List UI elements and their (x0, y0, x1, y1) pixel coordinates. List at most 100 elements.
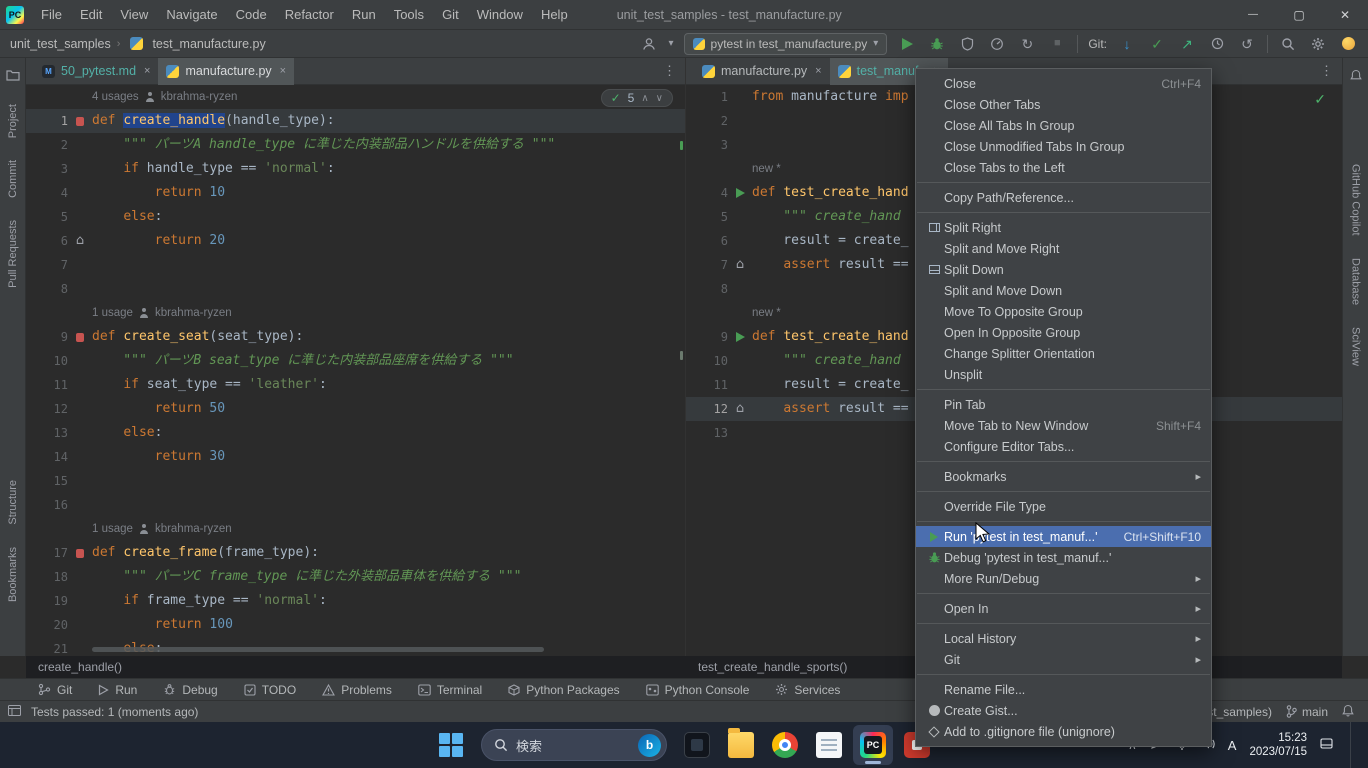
breadcrumb-project[interactable]: unit_test_samples (10, 37, 111, 51)
inlay-hint-row[interactable]: 1 usagekbrahma-ryzen (26, 517, 685, 541)
menu-item-configure-editor-tabs[interactable]: Configure Editor Tabs... (916, 436, 1211, 457)
line-number[interactable]: 5 (686, 205, 750, 229)
line-number[interactable]: 1 (686, 85, 750, 109)
left-editor-breadcrumb[interactable]: create_handle() (38, 660, 686, 674)
start-button[interactable] (431, 725, 471, 765)
line-number[interactable]: 5 (26, 205, 90, 229)
menu-item-close[interactable]: CloseCtrl+F4 (916, 73, 1211, 94)
run-configuration-select[interactable]: pytest in test_manufacture.py ▾ (684, 33, 888, 55)
profiler-button[interactable] (987, 34, 1007, 54)
code-line[interactable]: 19 if frame_type == 'normal': (26, 589, 685, 613)
line-number[interactable]: 3 (26, 157, 90, 181)
coverage-button[interactable] (957, 34, 977, 54)
line-number[interactable]: 13 (686, 421, 750, 445)
code-line[interactable]: 13 else: (26, 421, 685, 445)
close-tab-icon[interactable]: × (144, 65, 150, 77)
search-everywhere-icon[interactable] (1278, 34, 1298, 54)
code-line[interactable]: 3 if handle_type == 'normal': (26, 157, 685, 181)
plugin-notification-icon[interactable] (1338, 34, 1358, 54)
line-number[interactable]: 4 (686, 181, 750, 205)
taskbar-app-chrome[interactable] (765, 725, 805, 765)
tool-window-button-git[interactable]: Git (38, 683, 72, 697)
menu-item-change-splitter-orientation[interactable]: Change Splitter Orientation (916, 343, 1211, 364)
menu-item-split-and-move-right[interactable]: Split and Move Right (916, 238, 1211, 259)
menu-item-unsplit[interactable]: Unsplit (916, 364, 1211, 385)
rollback-icon[interactable]: ↺ (1237, 34, 1257, 54)
user-account-icon[interactable] (639, 34, 659, 54)
taskbar-search[interactable]: 検索 b (481, 729, 667, 761)
menubar-item-edit[interactable]: Edit (71, 0, 111, 29)
horizontal-scrollbar[interactable] (92, 647, 544, 652)
menubar-item-run[interactable]: Run (343, 0, 385, 29)
menu-item-open-in-opposite-group[interactable]: Open In Opposite Group (916, 322, 1211, 343)
taskbar-clock[interactable]: 15:23 2023/07/15 (1249, 731, 1307, 760)
menubar-item-file[interactable]: File (32, 0, 71, 29)
code-line[interactable]: 6⌂ return 20 (26, 229, 685, 253)
code-line[interactable]: 16 (26, 493, 685, 517)
inspections-widget[interactable]: ✓ 5 ∧ ∨ (601, 89, 673, 107)
stripe-item-pull-requests[interactable]: Pull Requests (7, 220, 19, 288)
code-line[interactable]: 12 return 50 (26, 397, 685, 421)
line-number[interactable]: 10 (26, 349, 90, 373)
code-line[interactable]: 8 (26, 277, 685, 301)
code-line[interactable]: 20 return 100 (26, 613, 685, 637)
notifications-bell-icon[interactable] (1348, 68, 1364, 82)
line-number[interactable]: 20 (26, 613, 90, 637)
code-line[interactable]: 9def create_seat(seat_type): (26, 325, 685, 349)
tool-window-button-run[interactable]: Run (98, 683, 137, 697)
close-tab-icon[interactable]: × (815, 65, 821, 77)
close-tab-icon[interactable]: × (280, 65, 286, 77)
tool-window-button-python-console[interactable]: Python Console (646, 683, 750, 697)
line-number[interactable]: 12⌂ (686, 397, 750, 421)
menu-item-move-to-opposite-group[interactable]: Move To Opposite Group (916, 301, 1211, 322)
tool-window-switcher-icon[interactable] (8, 705, 21, 719)
menu-item-run-pytest-in-test-manuf[interactable]: Run 'pytest in test_manuf...'Ctrl+Shift+… (916, 526, 1211, 547)
menu-item-create-gist[interactable]: Create Gist... (916, 700, 1211, 721)
line-number[interactable]: 15 (26, 469, 90, 493)
run-button[interactable] (897, 34, 917, 54)
menu-item-debug-pytest-in-test-manuf[interactable]: Debug 'pytest in test_manuf...' (916, 547, 1211, 568)
tool-window-button-todo[interactable]: TODO (244, 683, 296, 697)
line-number[interactable]: 7 (26, 253, 90, 277)
line-number[interactable]: 16 (26, 493, 90, 517)
menu-item-close-all-tabs-in-group[interactable]: Close All Tabs In Group (916, 115, 1211, 136)
line-number[interactable]: 6 (686, 229, 750, 253)
git-branch-widget[interactable]: main (1286, 705, 1328, 719)
code-line[interactable]: 1def create_handle(handle_type): (26, 109, 685, 133)
menu-item-open-in[interactable]: Open In▸ (916, 598, 1211, 619)
line-number[interactable]: 2 (26, 133, 90, 157)
code-line[interactable]: 2 """ パーツA handle_type に準じた内装部品ハンドルを供給する… (26, 133, 685, 157)
line-number[interactable]: 21 (26, 637, 90, 656)
line-number[interactable]: 4 (26, 181, 90, 205)
menubar-item-code[interactable]: Code (227, 0, 276, 29)
settings-gear-icon[interactable] (1308, 34, 1328, 54)
code-line[interactable]: 7 (26, 253, 685, 277)
taskbar-app-task-view[interactable] (677, 725, 717, 765)
tab-options-more-icon[interactable]: ⋮ (1320, 63, 1334, 79)
taskbar-app-notepad[interactable] (809, 725, 849, 765)
git-push-icon[interactable]: ↗ (1177, 34, 1197, 54)
show-desktop-strip[interactable] (1350, 722, 1354, 768)
menubar-item-refactor[interactable]: Refactor (276, 0, 343, 29)
menu-item-move-tab-to-new-window[interactable]: Move Tab to New WindowShift+F4 (916, 415, 1211, 436)
tab-options-more-icon[interactable]: ⋮ (663, 63, 677, 79)
menu-item-close-unmodified-tabs-in-group[interactable]: Close Unmodified Tabs In Group (916, 136, 1211, 157)
editor-tab-50-pytest-md[interactable]: M50_pytest.md× (34, 58, 158, 85)
stop-button[interactable]: ■ (1047, 34, 1067, 54)
line-number[interactable]: 13 (26, 421, 90, 445)
stripe-item-bookmarks[interactable]: Bookmarks (7, 547, 19, 602)
right-editor-breadcrumb[interactable]: test_create_handle_sports() (698, 660, 847, 674)
close-icon[interactable] (1322, 0, 1368, 29)
menu-item-local-history[interactable]: Local History▸ (916, 628, 1211, 649)
stripe-item-commit[interactable]: Commit (7, 160, 19, 198)
code-line[interactable]: 11 if seat_type == 'leather': (26, 373, 685, 397)
prev-issue-icon[interactable]: ∧ (641, 93, 648, 104)
editor-left[interactable]: ✓ 5 ∧ ∨ 4 usageskbrahma-ryzen1def create… (26, 85, 685, 656)
debug-button[interactable] (927, 34, 947, 54)
usages-hint[interactable]: 1 usage (92, 301, 133, 325)
code-line[interactable]: 4 return 10 (26, 181, 685, 205)
menu-item-split-and-move-down[interactable]: Split and Move Down (916, 280, 1211, 301)
notifications-bell-icon[interactable] (1342, 704, 1354, 720)
tool-window-button-terminal[interactable]: Terminal (418, 683, 482, 697)
rerun-icon[interactable]: ↻ (1017, 34, 1037, 54)
